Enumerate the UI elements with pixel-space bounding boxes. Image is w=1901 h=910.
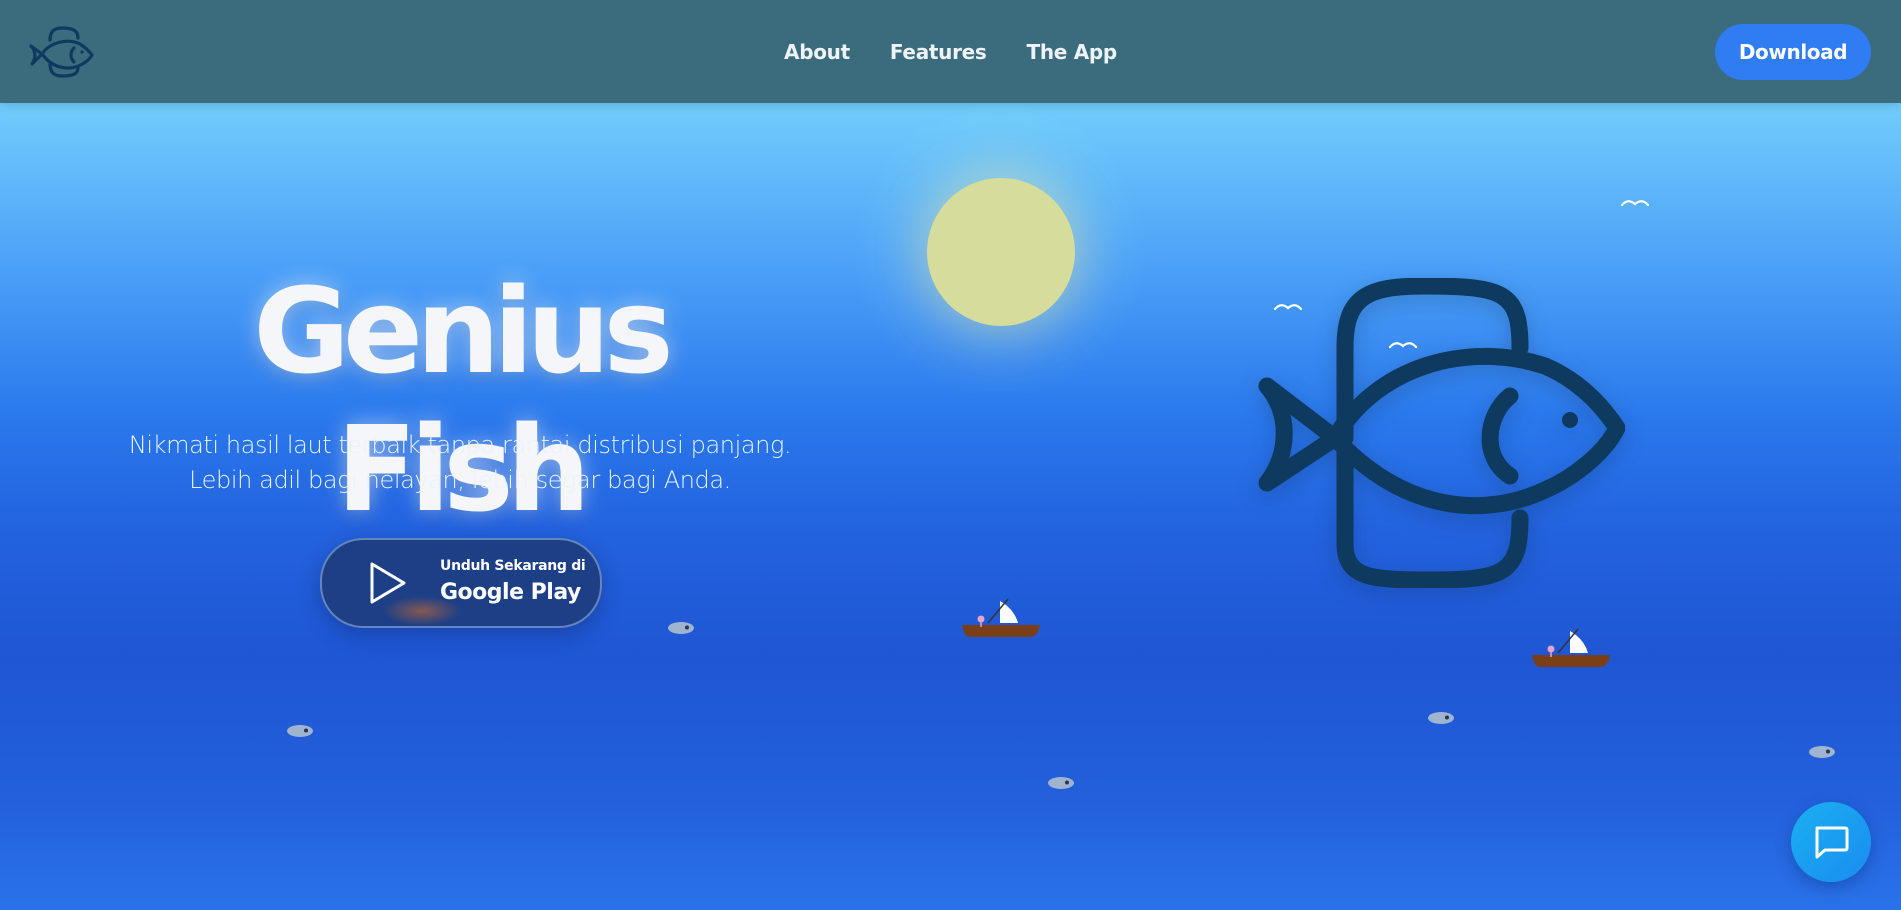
hero-subtitle-line1: Nikmati hasil laut terbaik tanpa rantai … [128,431,792,459]
google-play-button[interactable]: Unduh Sekarang di Google Play [320,538,602,628]
store-button-small-text: Unduh Sekarang di [440,558,586,574]
boat-icon [1532,628,1610,667]
small-fish-icon [1048,777,1074,789]
play-triangle-icon [370,562,406,604]
main-nav: About Features The App [0,0,1901,103]
chat-bubble-icon [1815,826,1849,859]
nav-features[interactable]: Features [890,40,987,64]
nav-the-app[interactable]: The App [1027,40,1118,64]
seagull-icon [1620,200,1650,207]
small-fish-icon [1428,712,1454,724]
small-fish-icon [287,725,313,737]
site-header: About Features The App Download [0,0,1901,103]
store-button-big-text: Google Play [440,580,581,605]
hero-subtitle: Nikmati hasil laut terbaik tanpa rantai … [110,428,810,498]
download-button[interactable]: Download [1715,24,1871,80]
small-fish-icon [1809,746,1835,758]
sun [927,178,1075,326]
nav-about[interactable]: About [784,40,850,64]
chat-button[interactable] [1791,802,1871,882]
small-fish-icon [668,622,694,634]
fish-logo-icon [1258,278,1625,588]
boat-icon [962,598,1040,637]
hero-subtitle-line2: Lebih adil bagi nelayan, lebih segar bag… [189,466,731,494]
